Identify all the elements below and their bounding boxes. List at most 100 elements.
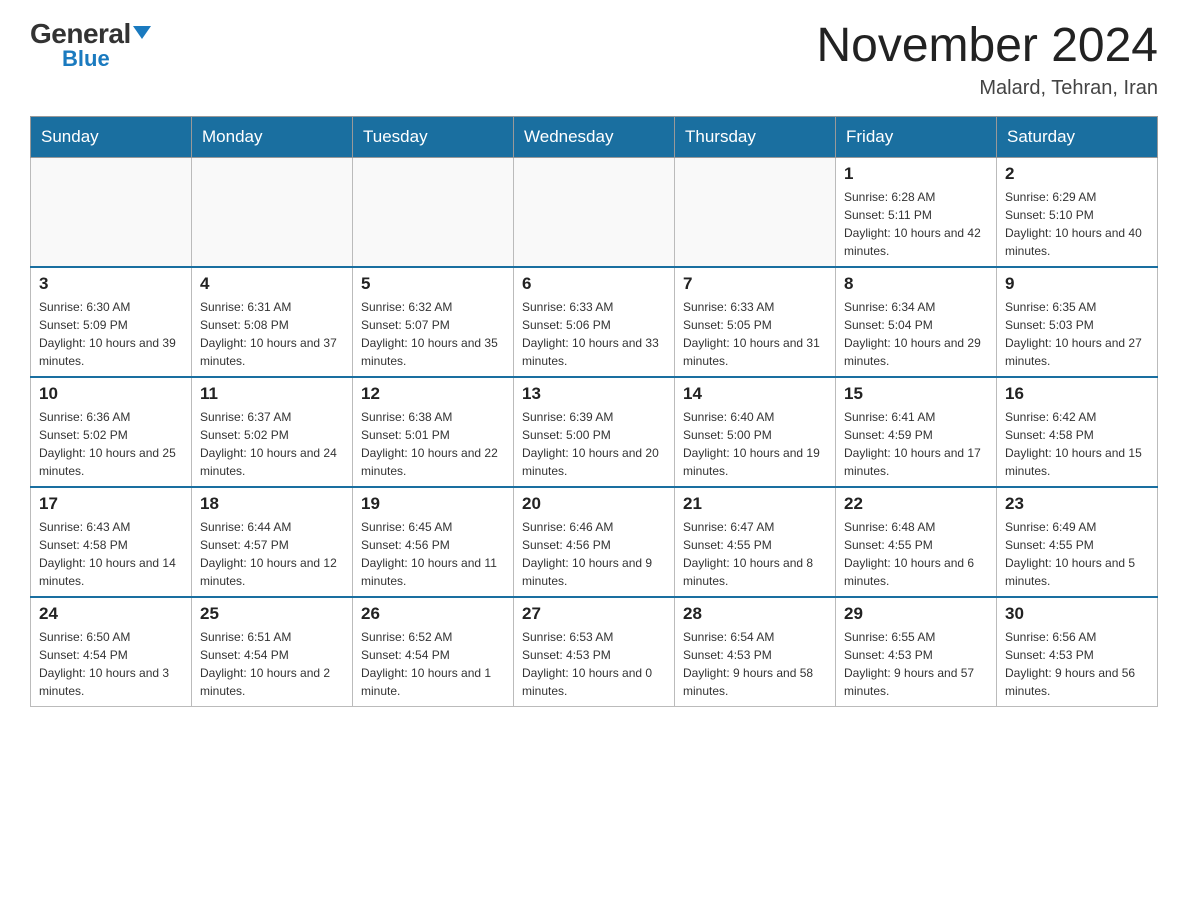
calendar-cell [31, 157, 192, 267]
day-info: Sunrise: 6:41 AMSunset: 4:59 PMDaylight:… [844, 408, 988, 480]
title-area: November 2024 Malard, Tehran, Iran [816, 20, 1158, 100]
day-number: 21 [683, 494, 827, 514]
day-number: 20 [522, 494, 666, 514]
weekday-header-saturday: Saturday [997, 116, 1158, 157]
calendar-cell: 28 Sunrise: 6:54 AMSunset: 4:53 PMDayligh… [675, 597, 836, 707]
page-header: General Blue November 2024 Malard, Tehra… [30, 20, 1158, 100]
day-number: 23 [1005, 494, 1149, 514]
calendar-cell: 27Sunrise: 6:53 AMSunset: 4:53 PMDayligh… [514, 597, 675, 707]
day-number: 8 [844, 274, 988, 294]
day-info: Sunrise: 6:52 AMSunset: 4:54 PMDaylight:… [361, 628, 505, 700]
day-info: Sunrise: 6:33 AMSunset: 5:05 PMDaylight:… [683, 298, 827, 370]
calendar-cell: 5 Sunrise: 6:32 AMSunset: 5:07 PMDaylight… [353, 267, 514, 377]
day-info: Sunrise: 6:31 AMSunset: 5:08 PMDaylight:… [200, 298, 344, 370]
day-info: Sunrise: 6:53 AMSunset: 4:53 PMDaylight:… [522, 628, 666, 700]
calendar-cell: 4 Sunrise: 6:31 AMSunset: 5:08 PMDaylight… [192, 267, 353, 377]
calendar-cell: 22 Sunrise: 6:48 AMSunset: 4:55 PMDayligh… [836, 487, 997, 597]
calendar-cell: 16 Sunrise: 6:42 AMSunset: 4:58 PMDayligh… [997, 377, 1158, 487]
day-info: Sunrise: 6:48 AMSunset: 4:55 PMDaylight:… [844, 518, 988, 590]
calendar-cell: 15 Sunrise: 6:41 AMSunset: 4:59 PMDayligh… [836, 377, 997, 487]
day-info: Sunrise: 6:47 AMSunset: 4:55 PMDaylight:… [683, 518, 827, 590]
month-title: November 2024 [816, 20, 1158, 73]
day-number: 7 [683, 274, 827, 294]
day-info: Sunrise: 6:55 AMSunset: 4:53 PMDaylight:… [844, 628, 988, 700]
weekday-header-friday: Friday [836, 116, 997, 157]
calendar-cell: 8 Sunrise: 6:34 AMSunset: 5:04 PMDaylight… [836, 267, 997, 377]
calendar-cell: 19 Sunrise: 6:45 AMSunset: 4:56 PMDayligh… [353, 487, 514, 597]
day-info: Sunrise: 6:33 AMSunset: 5:06 PMDaylight:… [522, 298, 666, 370]
day-info: Sunrise: 6:46 AMSunset: 4:56 PMDaylight:… [522, 518, 666, 590]
day-info: Sunrise: 6:54 AMSunset: 4:53 PMDaylight:… [683, 628, 827, 700]
day-number: 6 [522, 274, 666, 294]
logo-triangle-icon [133, 26, 151, 39]
weekday-header-sunday: Sunday [31, 116, 192, 157]
day-number: 24 [39, 604, 183, 624]
day-info: Sunrise: 6:38 AMSunset: 5:01 PMDaylight:… [361, 408, 505, 480]
weekday-header-row: SundayMondayTuesdayWednesdayThursdayFrid… [31, 116, 1158, 157]
day-info: Sunrise: 6:56 AMSunset: 4:53 PMDaylight:… [1005, 628, 1149, 700]
day-number: 30 [1005, 604, 1149, 624]
calendar-cell: 29 Sunrise: 6:55 AMSunset: 4:53 PMDayligh… [836, 597, 997, 707]
day-number: 3 [39, 274, 183, 294]
day-info: Sunrise: 6:32 AMSunset: 5:07 PMDaylight:… [361, 298, 505, 370]
day-number: 5 [361, 274, 505, 294]
calendar-week-row: 24 Sunrise: 6:50 AMSunset: 4:54 PMDayligh… [31, 597, 1158, 707]
day-number: 10 [39, 384, 183, 404]
day-info: Sunrise: 6:49 AMSunset: 4:55 PMDaylight:… [1005, 518, 1149, 590]
weekday-header-tuesday: Tuesday [353, 116, 514, 157]
calendar-cell [192, 157, 353, 267]
calendar-week-row: 1 Sunrise: 6:28 AMSunset: 5:11 PMDaylight… [31, 157, 1158, 267]
day-number: 28 [683, 604, 827, 624]
day-info: Sunrise: 6:30 AMSunset: 5:09 PMDaylight:… [39, 298, 183, 370]
calendar-cell: 10 Sunrise: 6:36 AMSunset: 5:02 PMDayligh… [31, 377, 192, 487]
calendar-cell: 17 Sunrise: 6:43 AMSunset: 4:58 PMDayligh… [31, 487, 192, 597]
day-info: Sunrise: 6:44 AMSunset: 4:57 PMDaylight:… [200, 518, 344, 590]
day-number: 2 [1005, 164, 1149, 184]
day-info: Sunrise: 6:34 AMSunset: 5:04 PMDaylight:… [844, 298, 988, 370]
weekday-header-thursday: Thursday [675, 116, 836, 157]
day-number: 14 [683, 384, 827, 404]
day-number: 4 [200, 274, 344, 294]
day-number: 15 [844, 384, 988, 404]
day-info: Sunrise: 6:39 AMSunset: 5:00 PMDaylight:… [522, 408, 666, 480]
day-number: 16 [1005, 384, 1149, 404]
day-number: 18 [200, 494, 344, 514]
day-number: 29 [844, 604, 988, 624]
logo-blue-text: Blue [62, 48, 110, 70]
calendar-cell: 24 Sunrise: 6:50 AMSunset: 4:54 PMDayligh… [31, 597, 192, 707]
calendar-cell [675, 157, 836, 267]
calendar-week-row: 10 Sunrise: 6:36 AMSunset: 5:02 PMDayligh… [31, 377, 1158, 487]
day-info: Sunrise: 6:50 AMSunset: 4:54 PMDaylight:… [39, 628, 183, 700]
day-number: 13 [522, 384, 666, 404]
calendar-cell: 21 Sunrise: 6:47 AMSunset: 4:55 PMDayligh… [675, 487, 836, 597]
calendar-cell [353, 157, 514, 267]
day-number: 25 [200, 604, 344, 624]
day-info: Sunrise: 6:28 AMSunset: 5:11 PMDaylight:… [844, 188, 988, 260]
calendar-cell: 9Sunrise: 6:35 AMSunset: 5:03 PMDaylight… [997, 267, 1158, 377]
calendar-cell: 11 Sunrise: 6:37 AMSunset: 5:02 PMDayligh… [192, 377, 353, 487]
day-info: Sunrise: 6:37 AMSunset: 5:02 PMDaylight:… [200, 408, 344, 480]
calendar-week-row: 3 Sunrise: 6:30 AMSunset: 5:09 PMDaylight… [31, 267, 1158, 377]
logo-general-text: General [30, 20, 151, 48]
calendar-cell: 6 Sunrise: 6:33 AMSunset: 5:06 PMDaylight… [514, 267, 675, 377]
day-info: Sunrise: 6:43 AMSunset: 4:58 PMDaylight:… [39, 518, 183, 590]
day-info: Sunrise: 6:29 AMSunset: 5:10 PMDaylight:… [1005, 188, 1149, 260]
logo: General Blue [30, 20, 151, 70]
calendar-cell: 14Sunrise: 6:40 AMSunset: 5:00 PMDayligh… [675, 377, 836, 487]
day-number: 17 [39, 494, 183, 514]
day-info: Sunrise: 6:35 AMSunset: 5:03 PMDaylight:… [1005, 298, 1149, 370]
day-number: 1 [844, 164, 988, 184]
calendar-cell [514, 157, 675, 267]
location-text: Malard, Tehran, Iran [816, 77, 1158, 100]
day-info: Sunrise: 6:45 AMSunset: 4:56 PMDaylight:… [361, 518, 505, 590]
day-number: 11 [200, 384, 344, 404]
calendar-week-row: 17 Sunrise: 6:43 AMSunset: 4:58 PMDayligh… [31, 487, 1158, 597]
day-info: Sunrise: 6:36 AMSunset: 5:02 PMDaylight:… [39, 408, 183, 480]
day-number: 19 [361, 494, 505, 514]
calendar-cell: 13 Sunrise: 6:39 AMSunset: 5:00 PMDayligh… [514, 377, 675, 487]
day-number: 22 [844, 494, 988, 514]
calendar-cell: 20 Sunrise: 6:46 AMSunset: 4:56 PMDayligh… [514, 487, 675, 597]
day-info: Sunrise: 6:42 AMSunset: 4:58 PMDaylight:… [1005, 408, 1149, 480]
weekday-header-wednesday: Wednesday [514, 116, 675, 157]
weekday-header-monday: Monday [192, 116, 353, 157]
